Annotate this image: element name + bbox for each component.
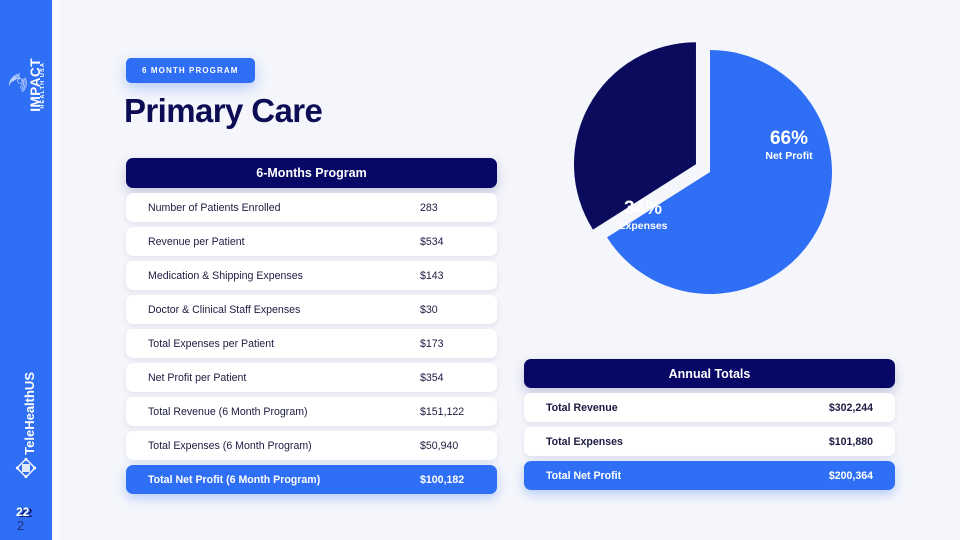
row-value: $50,940 [420, 439, 459, 452]
row-value: $151,122 [420, 405, 465, 418]
row-value: $173 [420, 337, 444, 350]
row-value: 283 [420, 201, 438, 214]
pie-percent-expenses: 34% [623, 198, 663, 219]
pie-category-net-profit: Net Profit [765, 149, 813, 162]
telehealth-label: TeleHealthUS [22, 372, 37, 455]
diamond-node-icon [15, 457, 37, 479]
sidebar-edge-strip [52, 0, 60, 540]
row-label: Number of Patients Enrolled [148, 201, 281, 214]
table-row: Revenue per Patient $534 [126, 227, 497, 256]
table-row: Total Revenue $302,244 [524, 393, 895, 422]
table-header: Annual Totals [524, 359, 895, 388]
table-row: Total Revenue (6 Month Program) $151,122 [126, 397, 497, 426]
table-row: Net Profit per Patient $354 [126, 363, 497, 392]
table-header: 6-Months Program [126, 158, 497, 188]
pie-label-expenses: 34% Expenses [598, 198, 688, 232]
table-body: Number of Patients Enrolled 283 Revenue pe… [126, 193, 497, 494]
table-body: Total Revenue $302,244 Total Expenses $101,… [524, 393, 895, 490]
row-label: Total Net Profit [546, 469, 622, 482]
brand-logo: IMPACT HEALTH USA [0, 28, 52, 126]
brand-subtitle: HEALTH USA [40, 62, 46, 109]
row-label: Total Expenses (6 Month Program) [148, 439, 312, 452]
row-label: Net Profit per Patient [148, 371, 247, 384]
page-title: Primary Care [124, 92, 323, 129]
pie-svg [573, 42, 832, 294]
table-row: Medication & Shipping Expenses $143 [126, 261, 497, 290]
program-badge: 6 MONTH PROGRAM [126, 58, 255, 83]
row-value: $143 [420, 269, 444, 282]
row-label: Revenue per Patient [148, 235, 245, 248]
pie-category-expenses: Expenses [618, 219, 668, 232]
row-value: $302,244 [828, 401, 873, 414]
pie-percent-net-profit: 66% [769, 128, 809, 149]
row-label: Total Revenue (6 Month Program) [148, 405, 308, 418]
page-number: 22 [16, 505, 30, 519]
row-label: Medication & Shipping Expenses [148, 269, 303, 282]
table-row: Total Expenses (6 Month Program) $50,940 [126, 431, 497, 460]
table-row: Total Net Profit $200,364 [524, 461, 895, 490]
table-row: Total Expenses $101,880 [524, 427, 895, 456]
table-row: Total Net Profit (6 Month Program) $100,1… [126, 465, 497, 494]
page-number-secondary: 2 [17, 518, 25, 533]
row-label: Total Expenses per Patient [148, 337, 275, 350]
table-row: Number of Patients Enrolled 283 [126, 193, 497, 222]
profit-expense-pie-chart: 66% Net Profit 34% Expenses [548, 40, 848, 335]
annual-totals-table: Annual Totals Total Revenue $302,244 Total… [524, 359, 895, 490]
six-month-program-table: 6-Months Program Number of Patients Enro… [126, 158, 497, 494]
row-label: Doctor & Clinical Staff Expenses [148, 303, 301, 316]
row-label: Total Expenses [546, 435, 623, 448]
pie-label-net-profit: 66% Net Profit [744, 128, 834, 162]
table-row: Total Expenses per Patient $173 [126, 329, 497, 358]
row-value: $534 [420, 235, 444, 248]
row-value: $354 [420, 371, 444, 384]
row-label: Total Net Profit (6 Month Program) [148, 473, 321, 486]
row-value: $100,182 [420, 473, 465, 486]
row-value: $200,364 [828, 469, 873, 482]
row-label: Total Revenue [546, 401, 618, 414]
table-row: Doctor & Clinical Staff Expenses $30 [126, 295, 497, 324]
row-value: $30 [420, 303, 438, 316]
row-value: $101,880 [828, 435, 873, 448]
